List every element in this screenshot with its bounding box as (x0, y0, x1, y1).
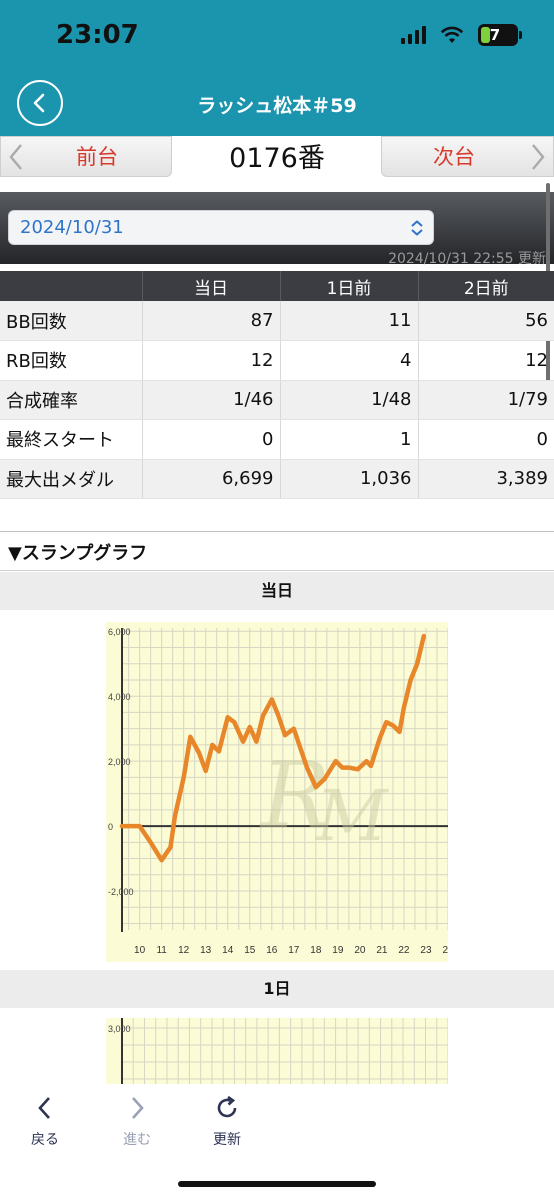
status-icons: 7 (401, 24, 522, 46)
forward-nav-button[interactable]: 進む (97, 1095, 177, 1149)
table-cell: 3,389 (417, 459, 554, 499)
table-cell: 4 (279, 340, 418, 381)
table-row: 最大出メダル 6,699 1,036 3,389 (0, 459, 554, 499)
stats-table: 当日 1日前 2日前 BB回数 87 11 56 RB回数 12 4 12 合成… (0, 271, 554, 499)
y-tick-label: -2,000 (108, 887, 134, 897)
table-cell: 1,036 (279, 459, 418, 499)
chevron-right-icon (532, 144, 545, 170)
x-tick-label: 10 (134, 945, 146, 956)
next-machine-label: 次台 (433, 145, 475, 169)
table-cell: 11 (279, 301, 418, 341)
x-tick-label: 24 (442, 945, 448, 956)
table-cell: 1/48 (279, 380, 418, 420)
home-indicator (178, 1181, 376, 1187)
chevron-left-icon (9, 144, 22, 170)
column-header: 当日 (141, 271, 280, 301)
x-tick-label: 13 (200, 945, 212, 956)
chevron-updown-icon (411, 220, 423, 236)
date-select[interactable]: 2024/10/31 (8, 210, 434, 245)
table-row: 合成確率 1/46 1/48 1/79 (0, 380, 554, 420)
x-tick-label: 17 (288, 945, 300, 956)
back-nav-label: 戻る (31, 1132, 59, 1148)
row-label: 最終スタート (0, 419, 142, 460)
table-cell: 1/79 (417, 380, 554, 420)
table-cell: 56 (417, 301, 554, 341)
y-tick-label: 2,000 (108, 757, 131, 767)
x-tick-label: 11 (156, 945, 167, 956)
y-tick-label: 3,000 (108, 1024, 131, 1034)
prev-machine-button[interactable]: 前台 (0, 136, 172, 177)
reload-icon (217, 1095, 237, 1118)
machine-number: 0176番 (229, 143, 325, 174)
table-row: 最終スタート 0 1 0 (0, 419, 554, 460)
x-tick-label: 18 (310, 945, 322, 956)
svg-text:M: M (314, 775, 390, 857)
header-blank (0, 271, 142, 301)
y-tick-label: 6,000 (108, 627, 131, 637)
graph-label-today: 当日 (0, 572, 554, 610)
x-tick-label: 20 (354, 945, 366, 956)
table-cell: 12 (141, 340, 280, 381)
table-cell: 87 (141, 301, 280, 341)
table-cell: 0 (141, 419, 280, 460)
date-value: 2024/10/31 (20, 217, 124, 238)
slump-chart-today: 6,000 4,000 2,000 0 -2,000 10 11 12 13 14 15 16 17 18… (106, 622, 448, 962)
column-header: 2日前 (417, 271, 554, 301)
prev-machine-label: 前台 (76, 145, 118, 169)
status-time: 23:07 (56, 20, 139, 50)
battery-level: 7 (489, 26, 501, 44)
wifi-icon (440, 26, 464, 43)
row-label: BB回数 (0, 301, 142, 341)
table-cell: 1 (279, 419, 418, 460)
x-tick-label: 21 (376, 945, 388, 956)
table-cell: 0 (417, 419, 554, 460)
table-cell: 1/46 (141, 380, 280, 420)
x-tick-label: 23 (420, 945, 432, 956)
x-tick-label: 22 (398, 945, 410, 956)
table-cell: 6,699 (141, 459, 280, 499)
machine-nav: 前台 0176番 次台 (0, 136, 554, 178)
y-tick-label: 4,000 (108, 692, 131, 702)
chevron-left-icon (38, 1097, 50, 1119)
column-header: 1日前 (279, 271, 418, 301)
reload-button[interactable]: 更新 (187, 1095, 267, 1149)
forward-nav-label: 進む (123, 1132, 151, 1148)
slump-graph-heading: ▼スランプグラフ (0, 531, 554, 571)
table-header-row: 当日 1日前 2日前 (0, 271, 554, 301)
slump-graph-title: ▼スランプグラフ (8, 543, 148, 564)
signal-icon (401, 26, 426, 44)
row-label: RB回数 (0, 340, 142, 381)
table-row: RB回数 12 4 12 (0, 340, 554, 381)
battery-icon: 7 (478, 24, 522, 46)
graph-label-prev-day: 1日 (0, 970, 554, 1008)
row-label: 合成確率 (0, 380, 142, 420)
chevron-right-icon (132, 1097, 144, 1119)
table-row: BB回数 87 11 56 (0, 301, 554, 341)
table-cell: 12 (417, 340, 554, 381)
x-tick-label: 19 (332, 945, 344, 956)
back-nav-button[interactable]: 戻る (5, 1095, 85, 1149)
page-title: ラッシュ松本＃59 (197, 95, 357, 117)
row-label: 最大出メダル (0, 459, 142, 499)
reload-label: 更新 (213, 1132, 241, 1148)
x-tick-label: 15 (244, 945, 256, 956)
slump-chart-prev-day: 3,000 (106, 1018, 448, 1084)
x-tick-label: 16 (266, 945, 278, 956)
next-machine-button[interactable]: 次台 (381, 136, 554, 177)
updated-timestamp: 2024/10/31 22:55 更新 (388, 251, 546, 267)
x-tick-label: 12 (178, 945, 190, 956)
x-tick-label: 14 (222, 945, 234, 956)
y-tick-label: 0 (108, 822, 113, 832)
